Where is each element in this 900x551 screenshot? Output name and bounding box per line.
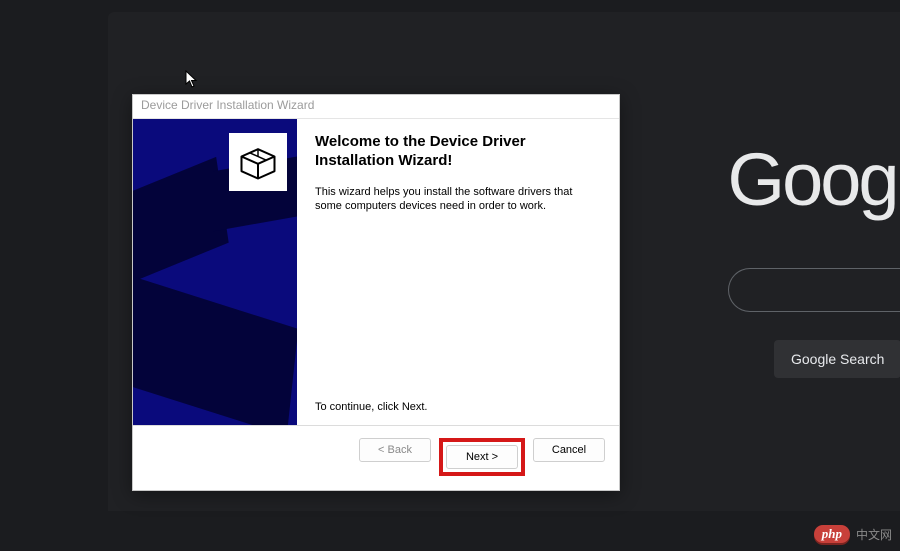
cancel-button[interactable]: Cancel: [533, 438, 605, 462]
next-button[interactable]: Next >: [446, 445, 518, 469]
google-search-button[interactable]: Google Search: [774, 340, 900, 378]
dialog-body: Welcome to the Device Driver Installatio…: [133, 119, 619, 425]
dialog-titlebar[interactable]: Device Driver Installation Wizard: [133, 95, 619, 119]
installer-dialog: Device Driver Installation Wizard Welcom…: [132, 94, 620, 491]
installer-box-icon: [229, 133, 287, 191]
back-button: < Back: [359, 438, 431, 462]
google-logo: Googl: [728, 137, 900, 222]
continue-hint: To continue, click Next.: [315, 401, 601, 413]
search-input[interactable]: [728, 268, 900, 312]
next-button-highlight: Next >: [439, 438, 525, 476]
watermark-badge: php: [814, 525, 850, 543]
google-buttons-row: Google Search I'm Feeling L: [774, 340, 900, 378]
wizard-content: Welcome to the Device Driver Installatio…: [297, 119, 619, 425]
wizard-sidebar-graphic: [133, 119, 297, 425]
watermark: php 中文网: [814, 525, 892, 543]
wizard-heading: Welcome to the Device Driver Installatio…: [315, 133, 601, 171]
watermark-text: 中文网: [856, 526, 892, 543]
dialog-button-row: < Back Next > Cancel: [133, 425, 619, 490]
wizard-description: This wizard helps you install the softwa…: [315, 185, 601, 215]
